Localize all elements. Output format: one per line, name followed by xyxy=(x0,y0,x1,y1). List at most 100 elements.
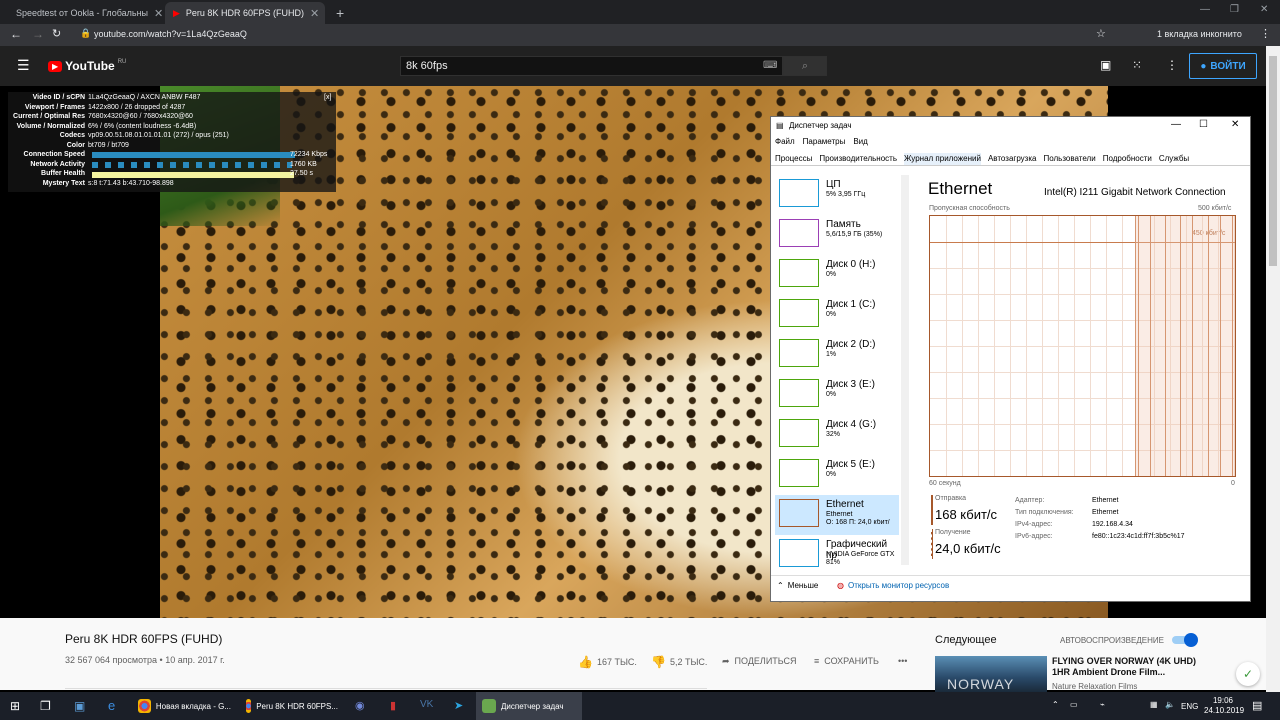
sidebar-item-label: Диск 1 (C:) xyxy=(826,299,876,310)
taskbar-item-taskmgr[interactable]: Диспетчер задач xyxy=(476,692,582,720)
hamburger-icon[interactable]: ☰ xyxy=(17,57,30,74)
tab-strip: Процессы Производительность Журнал прило… xyxy=(775,153,1189,165)
edge-icon[interactable]: e xyxy=(108,698,115,713)
next-video-channel[interactable]: Nature Relaxation Films xyxy=(1052,682,1137,691)
address-bar: ← → ↻ 🔒 youtube.com/watch?v=1La4QzGeaaQ … xyxy=(0,24,1280,46)
shield-check-icon[interactable]: ✓ xyxy=(1236,662,1260,686)
sidebar-item[interactable]: Диск 2 (D:) 1% xyxy=(775,335,899,375)
tab-app-history[interactable]: Журнал приложений xyxy=(904,153,981,165)
tab-details[interactable]: Подробности xyxy=(1103,153,1152,165)
minimize-icon[interactable]: — xyxy=(1171,119,1181,130)
sidebar-item[interactable]: Диск 5 (E:) 0% xyxy=(775,455,899,495)
sidebar-item[interactable]: Ethernet Ethernet О: 168 П: 24,0 кбит/ xyxy=(775,495,899,535)
less-label: Меньше xyxy=(787,581,819,590)
next-video-thumbnail[interactable]: NORWAY xyxy=(935,656,1047,692)
sidebar-item[interactable]: Диск 1 (C:) 0% xyxy=(775,295,899,335)
share-button[interactable]: ➦ ПОДЕЛИТЬСЯ xyxy=(722,656,797,667)
minimize-icon[interactable]: — xyxy=(1200,4,1210,15)
taskbar-item-chrome-peru[interactable]: Peru 8K HDR 60FPS... xyxy=(240,692,344,720)
sidebar-item-label: Диск 4 (G:) xyxy=(826,419,877,430)
scrollbar-thumb[interactable] xyxy=(1269,56,1277,266)
menu-view[interactable]: Вид xyxy=(853,137,867,146)
youtube-favicon-icon: ▶ xyxy=(173,7,180,18)
sidebar-scrollbar[interactable] xyxy=(901,175,909,565)
close-icon[interactable]: ✕ xyxy=(1231,119,1239,130)
lock-icon: 🔒 xyxy=(80,28,92,38)
sidebar-thumbnail xyxy=(779,299,819,327)
sidebar-item[interactable]: Память 5,6/15,9 ГБ (35%) xyxy=(775,215,899,255)
user-icon: ● xyxy=(1200,60,1207,72)
discord-icon[interactable]: ◉ xyxy=(355,699,365,712)
stats-row: Video ID / sCPN 1La4QzGeaaQ / AXCN ANBW F… xyxy=(8,94,328,104)
bookmark-star-icon[interactable]: ☆ xyxy=(1096,27,1106,40)
autoplay-toggle[interactable] xyxy=(1172,633,1198,647)
taskbar-item-chrome-newtab[interactable]: Новая вкладка - G... xyxy=(132,692,237,720)
maximize-icon[interactable]: ❐ xyxy=(1230,4,1239,15)
graph-gridline xyxy=(1026,216,1027,476)
next-video-title[interactable]: FLYING OVER NORWAY (4K UHD) 1HR Ambient … xyxy=(1052,656,1202,678)
volume-icon[interactable]: 🔈 xyxy=(1165,700,1175,709)
reload-icon[interactable]: ↻ xyxy=(52,27,61,40)
tab-processes[interactable]: Процессы xyxy=(775,153,812,165)
back-icon[interactable]: ← xyxy=(10,27,22,41)
close-window-icon[interactable]: ✕ xyxy=(1260,4,1268,15)
menu-options[interactable]: Параметры xyxy=(803,137,846,146)
resource-monitor-link[interactable]: ◍ Открыть монитор ресурсов xyxy=(837,581,949,590)
menu-icon[interactable]: ⋮ xyxy=(1260,27,1271,40)
signin-button[interactable]: ● ВОЙТИ xyxy=(1189,53,1257,79)
create-video-icon[interactable]: ▣ xyxy=(1100,58,1111,72)
taskmgr-icon xyxy=(482,699,496,713)
more-actions-button[interactable]: ••• xyxy=(898,656,907,666)
save-button[interactable]: ≡ СОХРАНИТЬ xyxy=(814,656,879,666)
close-icon[interactable]: ✕ xyxy=(154,7,163,20)
tab-services[interactable]: Службы xyxy=(1159,153,1189,165)
telegram-icon[interactable]: ➤ xyxy=(454,699,463,712)
clock[interactable]: 19:06 24.10.2019 xyxy=(1204,696,1244,716)
app-red-icon[interactable]: ▮ xyxy=(390,699,396,712)
sidebar-item[interactable]: Диск 4 (G:) 32% xyxy=(775,415,899,455)
menu-file[interactable]: Файл xyxy=(775,137,795,146)
less-button[interactable]: ⌃ Меньше xyxy=(777,581,818,590)
tab-performance[interactable]: Производительность xyxy=(819,153,897,165)
browser-tab-peru[interactable]: ▶ Peru 8K HDR 60FPS (FUHD) ✕ xyxy=(165,2,325,24)
sidebar-item[interactable]: Графический пр NVIDIA GeForce GTX 81% xyxy=(775,535,899,575)
like-button[interactable]: 👍 167 ТЫС. xyxy=(578,655,637,669)
stats-row: Buffer Health 27.50 s xyxy=(8,170,328,180)
youtube-logo[interactable]: ▶ YouTube RU xyxy=(48,59,126,73)
tab-title: Peru 8K HDR 60FPS (FUHD) xyxy=(185,8,304,18)
page-scrollbar[interactable] xyxy=(1266,46,1280,692)
forward-icon[interactable]: → xyxy=(32,27,44,41)
language-indicator[interactable]: ENG xyxy=(1181,702,1198,711)
sidebar-item-label: 81% xyxy=(826,559,841,566)
keyboard-icon[interactable]: ⌨ xyxy=(763,60,777,71)
browser-tab-speedtest[interactable]: Speedtest от Ookla - Глобальны ✕ xyxy=(8,2,163,24)
close-icon[interactable]: ✕ xyxy=(310,7,319,20)
apps-grid-icon[interactable]: ⁙ xyxy=(1132,58,1142,72)
sidebar-item[interactable]: Диск 3 (E:) 0% xyxy=(775,375,899,415)
sidebar-item[interactable]: ЦП 5% 3,95 ГГц xyxy=(775,175,899,215)
tray-chevron-icon[interactable]: ⌃ xyxy=(1052,700,1059,709)
sidebar-item[interactable]: Диск 0 (H:) 0% xyxy=(775,255,899,295)
url-text[interactable]: youtube.com/watch?v=1La4QzGeaaQ xyxy=(94,29,247,39)
task-view-icon[interactable]: ❐ xyxy=(40,699,51,713)
windows-start-icon[interactable]: ⊞ xyxy=(10,699,20,713)
save-app-icon[interactable]: ▣ xyxy=(74,699,85,713)
network-icon[interactable]: ▦ xyxy=(1150,700,1158,709)
share-label: ПОДЕЛИТЬСЯ xyxy=(734,656,797,666)
new-tab-button[interactable]: + xyxy=(328,2,350,24)
notifications-icon[interactable]: ▤ xyxy=(1252,699,1262,712)
ethernet-graph: 450 кбит/с xyxy=(929,215,1236,477)
dislike-button[interactable]: 👎 5,2 ТЫС. xyxy=(651,655,707,669)
tab-users[interactable]: Пользователи xyxy=(1043,153,1095,165)
vk-icon[interactable]: VK xyxy=(420,699,433,710)
maximize-icon[interactable]: ☐ xyxy=(1199,119,1208,130)
settings-dots-icon[interactable]: ⋮ xyxy=(1166,58,1178,72)
tray-usb-icon[interactable]: ⌁ xyxy=(1100,700,1105,709)
time-label: 60 секунд xyxy=(929,480,961,487)
tab-startup[interactable]: Автозагрузка xyxy=(988,153,1037,165)
search-input[interactable]: 8k 60fps xyxy=(400,56,783,76)
sidebar-item-label: 1% xyxy=(826,351,837,358)
taskbar-label: Peru 8K HDR 60FPS... xyxy=(256,701,338,711)
tray-app-icon[interactable]: ▭ xyxy=(1070,700,1078,709)
search-button[interactable]: ⌕ xyxy=(783,56,827,76)
